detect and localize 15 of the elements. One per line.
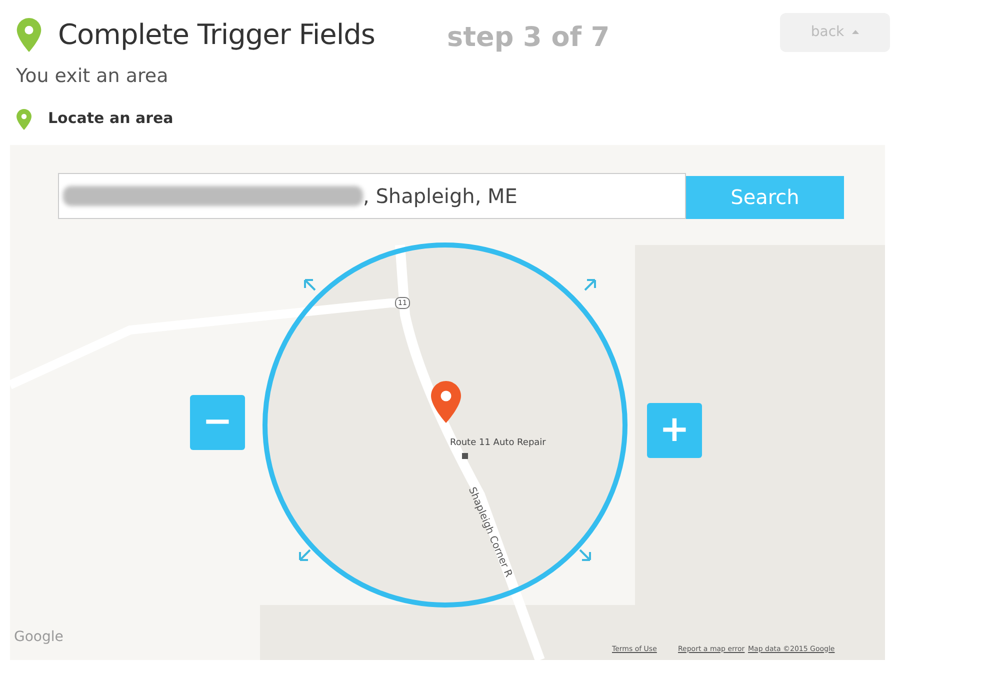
location-pin-icon <box>431 380 461 422</box>
subtitle: You exit an area <box>16 64 170 89</box>
step-indicator: step 3 of 7 <box>447 20 610 55</box>
resize-arrow-icon[interactable] <box>304 278 316 290</box>
resize-arrow-icon[interactable] <box>584 278 596 290</box>
map-pin-icon <box>16 108 32 130</box>
section-label: Locate an area <box>48 108 174 130</box>
map-pin-icon <box>16 18 42 52</box>
resize-arrow-icon[interactable] <box>579 548 591 560</box>
resize-arrow-icon[interactable] <box>299 548 311 560</box>
page-title: Complete Trigger Fields <box>58 17 376 53</box>
place-label: Route 11 Auto Repair <box>450 436 546 450</box>
caret-icon <box>852 30 860 34</box>
search-field[interactable]: , Shapleigh, ME <box>58 172 686 218</box>
map-logo: Google <box>14 628 64 646</box>
